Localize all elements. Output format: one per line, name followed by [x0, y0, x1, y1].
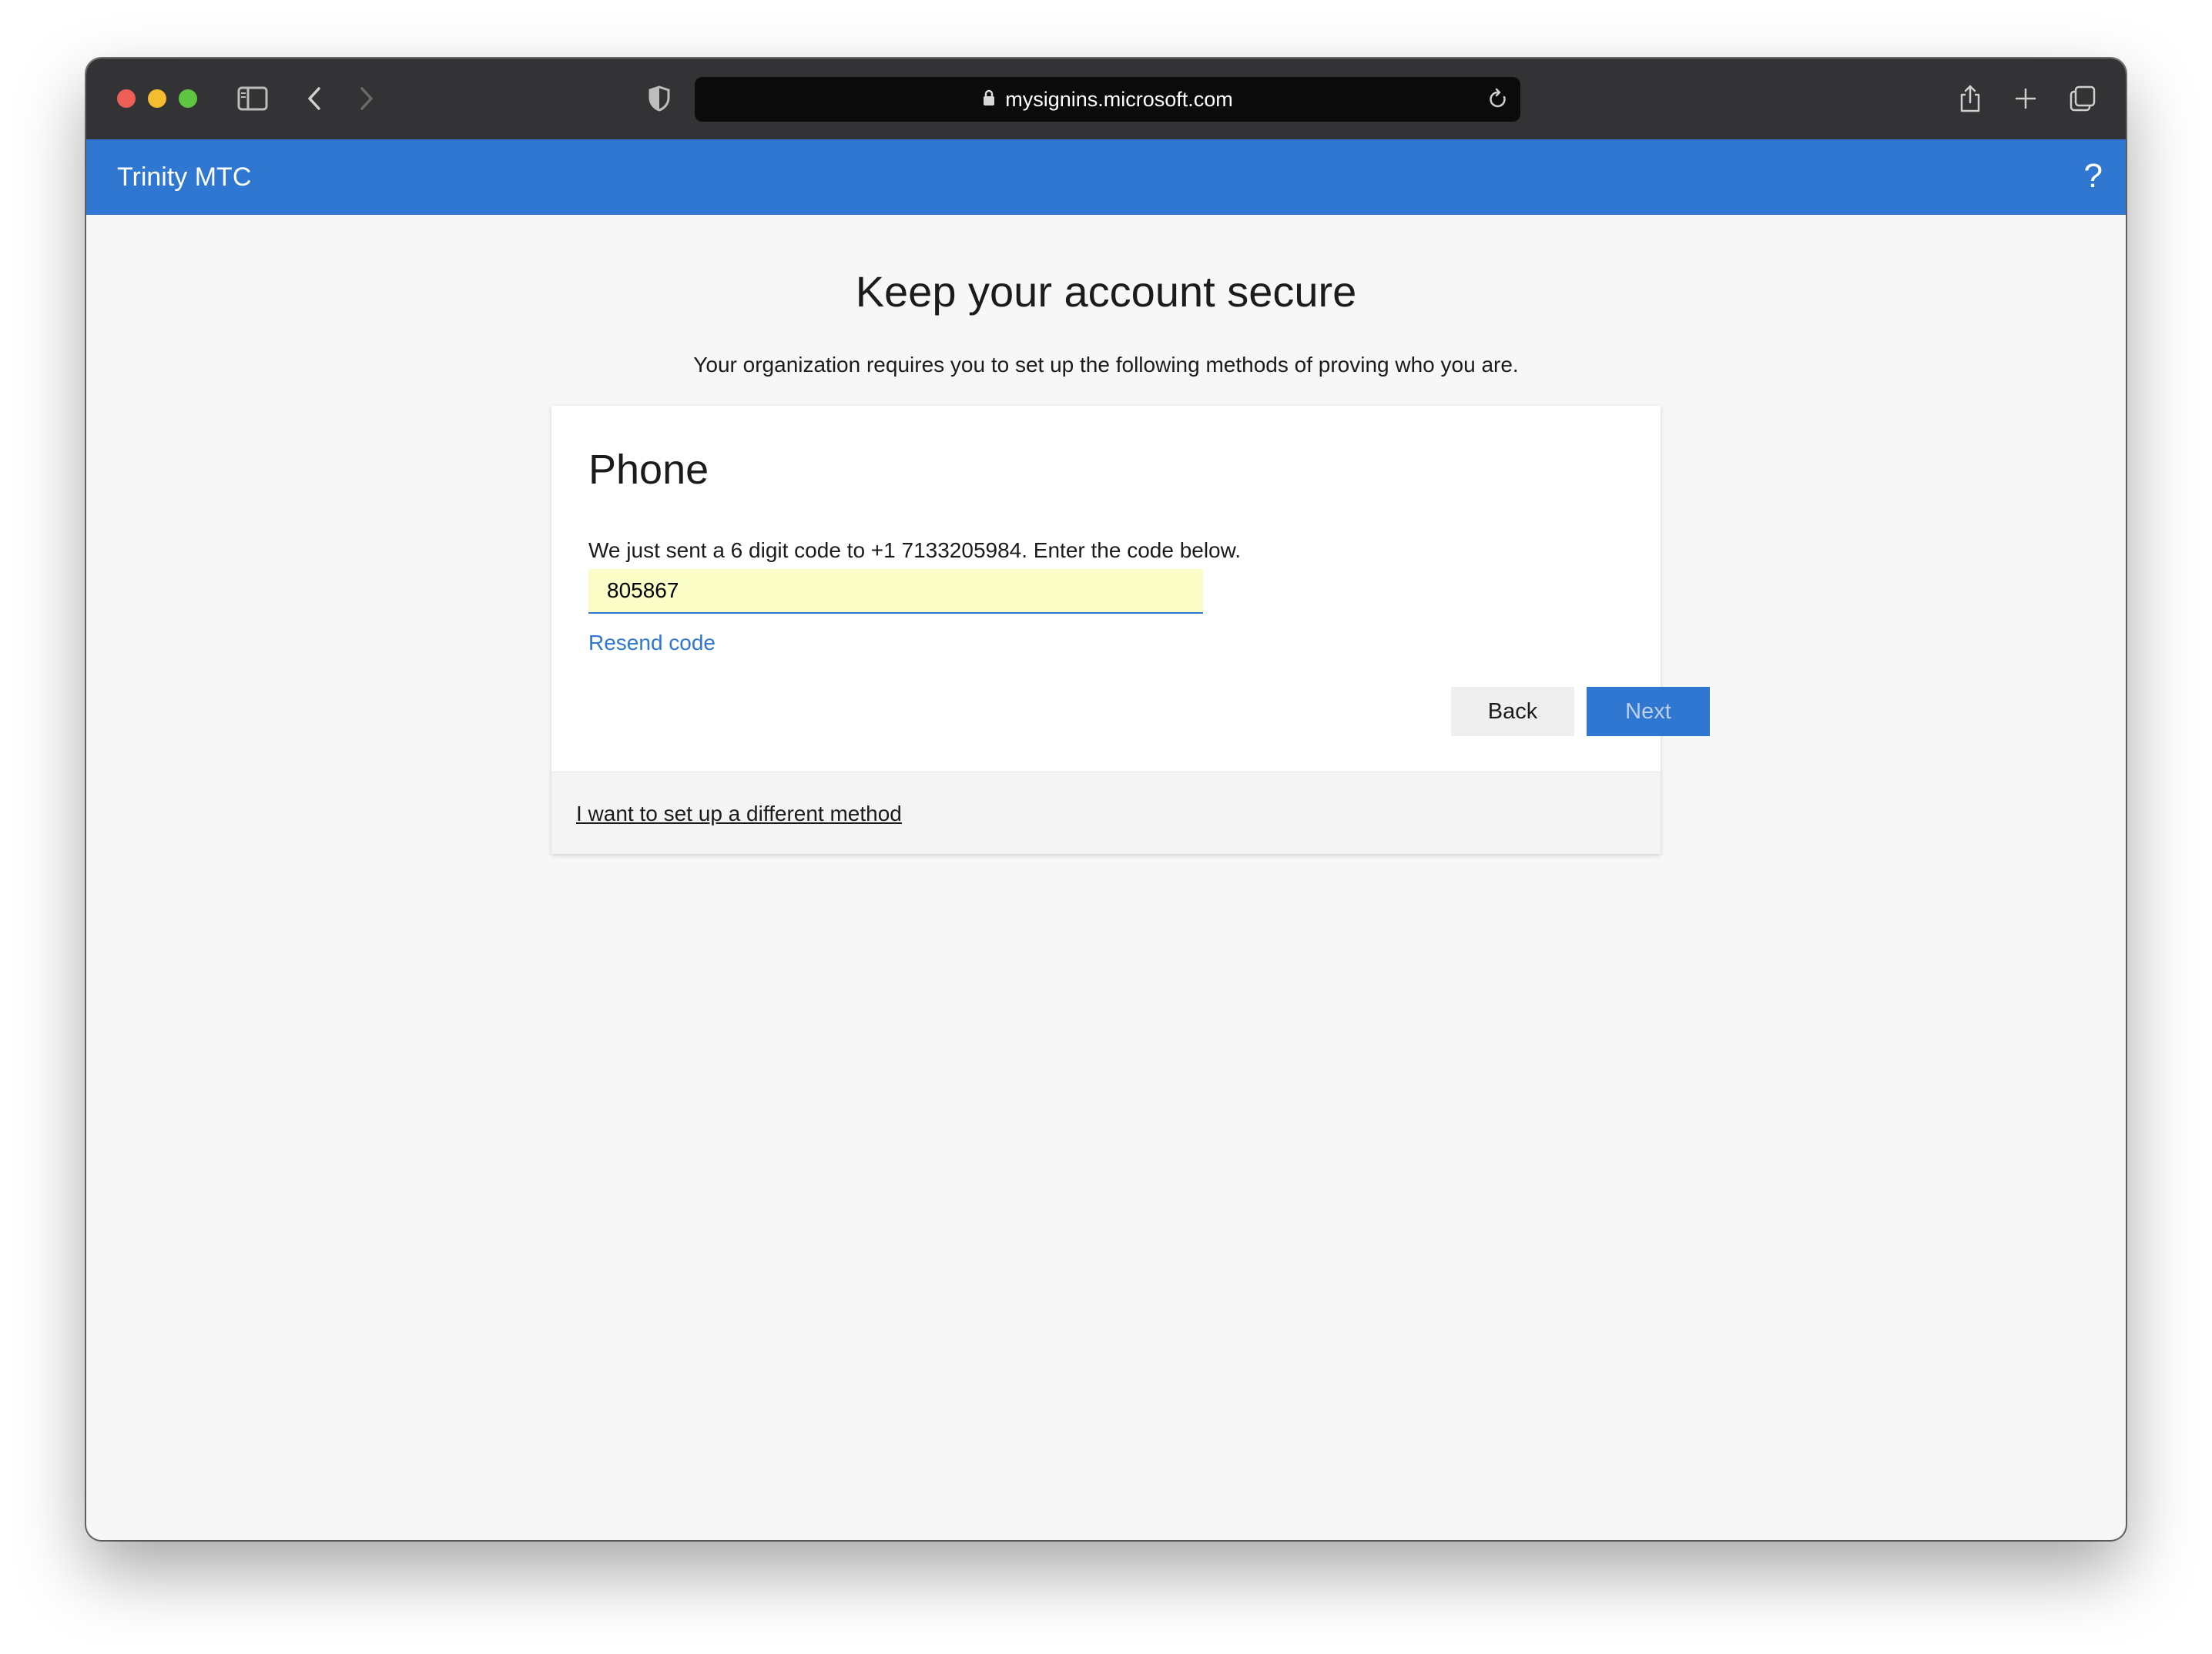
tabs-icon[interactable]	[2061, 77, 2104, 120]
plus-icon[interactable]	[2004, 77, 2047, 120]
org-header-bar: Trinity MTC ?	[86, 139, 2126, 215]
url-text: mysignins.microsoft.com	[1005, 87, 1233, 111]
browser-window: mysignins.microsoft.com Trinity MTC ? Ke…	[86, 59, 2126, 1540]
phone-setup-card: Phone We just sent a 6 digit code to +1 …	[551, 406, 1710, 854]
resend-code-link[interactable]: Resend code	[588, 631, 716, 655]
minimize-window-button[interactable]	[148, 89, 166, 108]
help-icon[interactable]: ?	[2084, 155, 2103, 198]
card-title: Phone	[588, 447, 709, 493]
back-button[interactable]: Back	[1451, 687, 1574, 736]
different-method-link[interactable]: I want to set up a different method	[576, 802, 902, 826]
forward-icon[interactable]	[345, 77, 388, 120]
page-subtitle: Your organization requires you to set up…	[693, 353, 1519, 377]
reload-icon[interactable]	[1486, 88, 1510, 111]
page-title: Keep your account secure	[855, 267, 1357, 316]
code-sent-message: We just sent a 6 digit code to +1 713320…	[588, 538, 1242, 562]
close-window-button[interactable]	[117, 89, 136, 108]
shield-icon[interactable]	[638, 77, 681, 120]
share-icon[interactable]	[1949, 77, 1992, 120]
address-bar[interactable]: mysignins.microsoft.com	[695, 77, 1520, 122]
org-name: Trinity MTC	[117, 162, 252, 192]
lock-icon	[982, 88, 996, 112]
next-button[interactable]: Next	[1587, 687, 1710, 736]
zoom-window-button[interactable]	[179, 89, 197, 108]
card-footer: I want to set up a different method	[551, 772, 1661, 854]
browser-toolbar: mysignins.microsoft.com	[86, 59, 2126, 139]
verification-code-input[interactable]	[588, 569, 1203, 614]
back-icon[interactable]	[293, 77, 336, 120]
sidebar-icon[interactable]	[231, 77, 274, 120]
